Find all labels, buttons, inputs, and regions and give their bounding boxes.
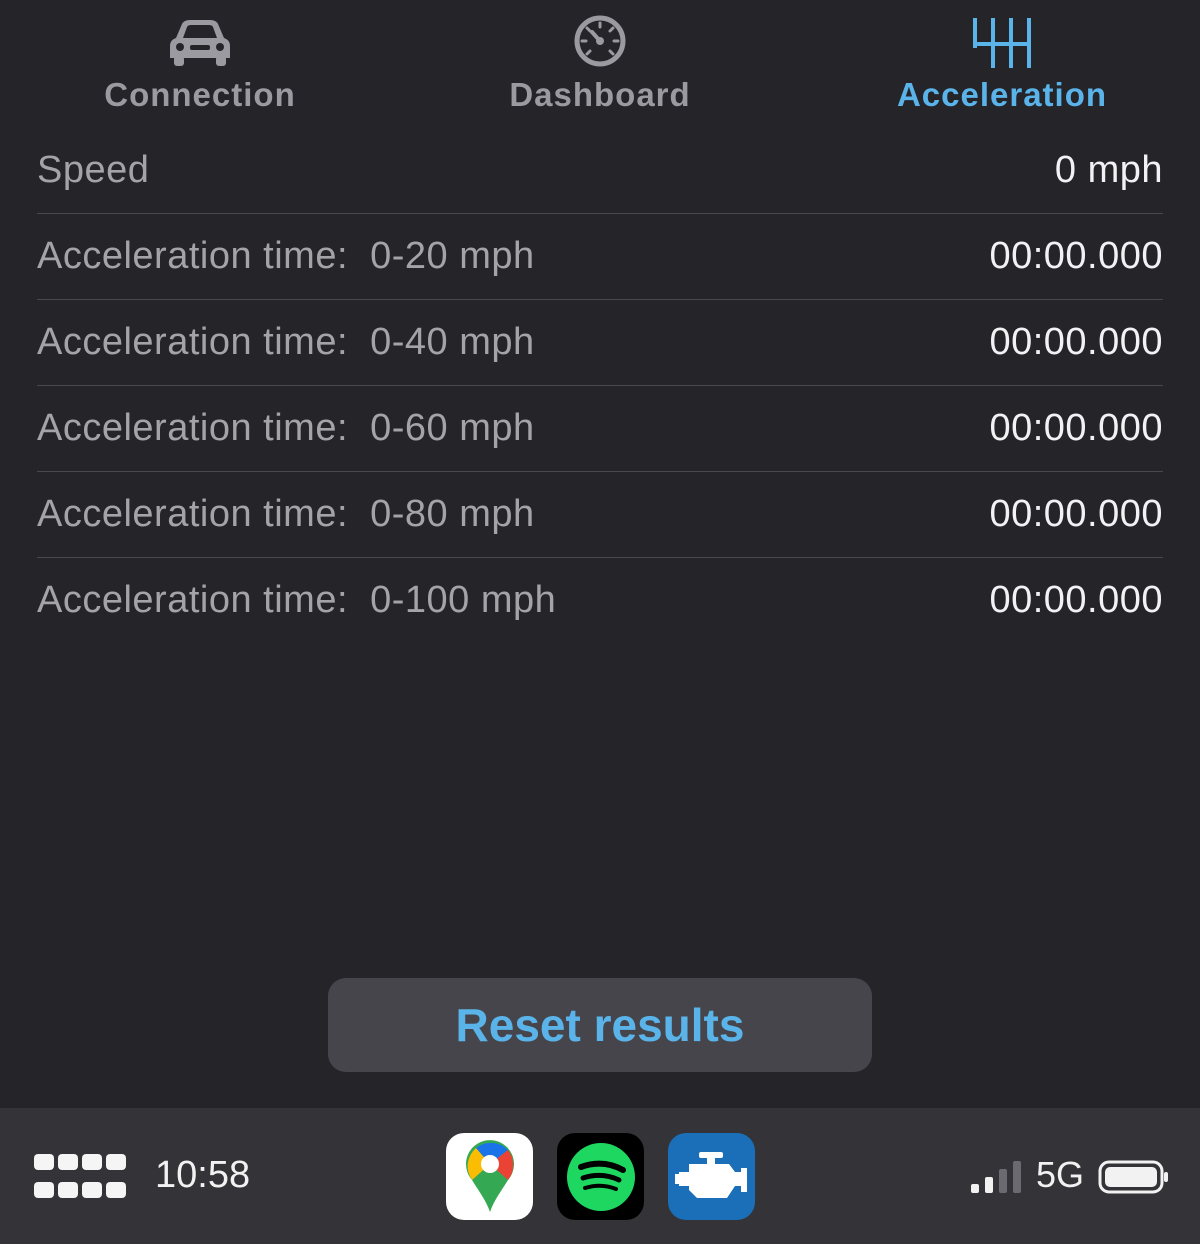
list-item: Acceleration time: 0-20 mph 00:00.000 xyxy=(37,214,1163,300)
car-icon xyxy=(168,10,232,68)
acceleration-results-list: Speed 0 mph Acceleration time: 0-20 mph … xyxy=(37,128,1163,643)
list-item: Acceleration time: 0-80 mph 00:00.000 xyxy=(37,472,1163,558)
acceleration-label: Acceleration time: 0-20 mph xyxy=(37,235,535,277)
tab-connection[interactable]: Connection xyxy=(40,10,360,122)
acceleration-time: 00:00.000 xyxy=(989,493,1163,535)
signal-strength-icon xyxy=(971,1160,1025,1199)
battery-icon xyxy=(1098,1160,1170,1199)
acceleration-label: Acceleration time: 0-40 mph xyxy=(37,321,535,363)
spotify-app-icon[interactable] xyxy=(557,1133,644,1220)
acceleration-label: Acceleration time: 0-60 mph xyxy=(37,407,535,449)
list-item: Acceleration time: 0-40 mph 00:00.000 xyxy=(37,300,1163,386)
google-maps-app-icon[interactable] xyxy=(446,1133,533,1220)
speed-label: Speed xyxy=(37,149,150,191)
app-grid-icon[interactable] xyxy=(34,1154,126,1198)
acceleration-time: 00:00.000 xyxy=(989,407,1163,449)
car-scanner-app-icon[interactable] xyxy=(668,1133,755,1220)
tab-label: Connection xyxy=(104,76,296,113)
tab-bar: Connection Dashboard Acceleration xyxy=(0,0,1200,130)
speed-row: Speed 0 mph xyxy=(37,128,1163,214)
acceleration-time: 00:00.000 xyxy=(989,579,1163,621)
tab-acceleration[interactable]: Acceleration xyxy=(842,10,1162,122)
acceleration-label: Acceleration time: 0-100 mph xyxy=(37,579,557,621)
acceleration-label: Acceleration time: 0-80 mph xyxy=(37,493,535,535)
network-type: 5G xyxy=(1036,1154,1085,1195)
clock: 10:58 xyxy=(155,1154,251,1196)
tab-label: Dashboard xyxy=(509,76,691,113)
gear-shift-icon xyxy=(971,10,1033,68)
tab-dashboard[interactable]: Dashboard xyxy=(440,10,760,122)
list-item: Acceleration time: 0-60 mph 00:00.000 xyxy=(37,386,1163,472)
acceleration-time: 00:00.000 xyxy=(989,321,1163,363)
speed-value: 0 mph xyxy=(1054,149,1163,191)
reset-results-button[interactable]: Reset results xyxy=(328,978,872,1072)
tab-label: Acceleration xyxy=(896,76,1108,113)
acceleration-time: 00:00.000 xyxy=(989,235,1163,277)
list-item: Acceleration time: 0-100 mph 00:00.000 xyxy=(37,558,1163,643)
speedometer-icon xyxy=(573,10,627,68)
